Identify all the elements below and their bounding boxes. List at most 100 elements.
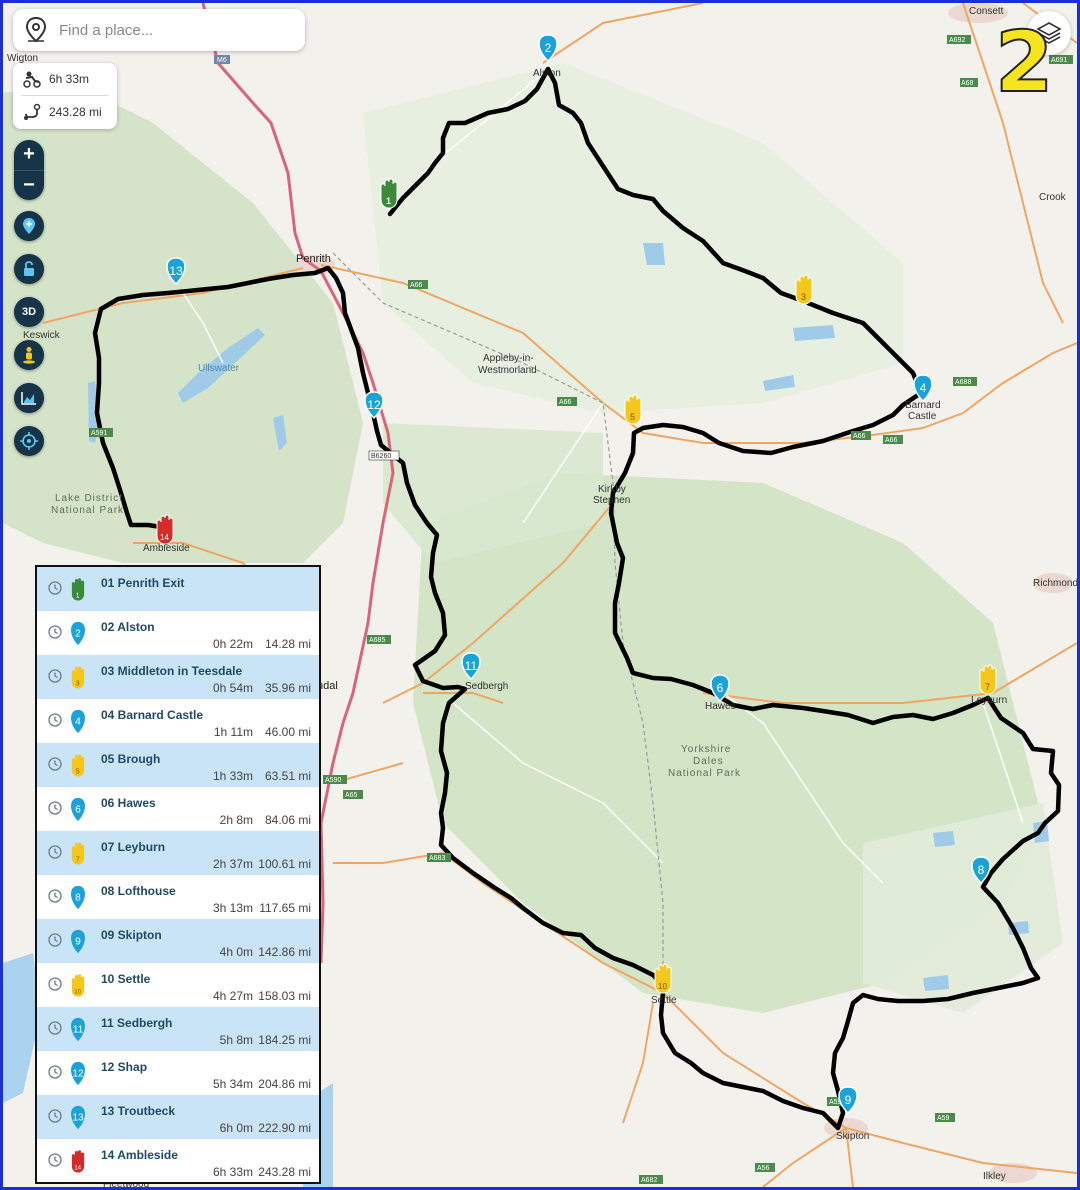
svg-text:2: 2 (545, 41, 552, 55)
svg-text:A691: A691 (1051, 57, 1067, 64)
svg-text:2: 2 (75, 629, 81, 640)
svg-text:10: 10 (74, 988, 81, 995)
svg-text:A692: A692 (949, 37, 965, 44)
svg-text:A66: A66 (410, 282, 423, 289)
waypoint-row-12[interactable]: 12 12 Shap 5h 34m 204.86 mi (37, 1051, 319, 1095)
map-frame: Wigton Consett Alston Crook Penrith Kesw… (0, 0, 1080, 1190)
3d-button[interactable]: 3D (14, 297, 44, 327)
lock-button[interactable] (14, 254, 44, 284)
svg-text:Richmond: Richmond (1033, 578, 1077, 589)
waypoint-name: 02 Alston (101, 620, 155, 634)
svg-text:Hawes: Hawes (705, 701, 736, 712)
blue-pin-icon: 6 (71, 797, 85, 822)
waypoint-row-5[interactable]: 5 05 Brough 1h 33m 63.51 mi (37, 743, 319, 787)
streetview-button[interactable] (14, 340, 44, 370)
yellow-hand-icon: 10 (71, 974, 85, 997)
svg-text:Lake District: Lake District (55, 493, 123, 504)
rider-icon (23, 71, 41, 88)
blue-pin-icon: 9 (71, 929, 85, 954)
waypoint-row-9[interactable]: 9 09 Skipton 4h 0m 142.86 mi (37, 919, 319, 963)
svg-text:A66: A66 (559, 399, 572, 406)
waypoint-name: 07 Leyburn (101, 840, 166, 854)
svg-text:A682: A682 (641, 1177, 657, 1184)
waypoint-distance: 100.61 mi (258, 857, 311, 871)
waypoint-name: 11 Sedbergh (101, 1016, 173, 1030)
svg-text:7: 7 (76, 856, 80, 863)
waypoint-time: 2h 8m (219, 813, 253, 827)
svg-text:Leyburn: Leyburn (971, 695, 1007, 706)
svg-text:12: 12 (367, 398, 381, 412)
route-summary-panel: 6h 33m 243.28 mi (13, 63, 117, 129)
svg-text:14: 14 (74, 1164, 81, 1171)
waypoint-time: 6h 0m (219, 1121, 253, 1135)
svg-text:6: 6 (717, 681, 724, 695)
yellow-hand-icon: 7 (71, 842, 85, 865)
waypoint-row-10[interactable]: 10 10 Settle 4h 27m 158.03 mi (37, 963, 319, 1007)
waypoint-distance: 14.28 mi (264, 637, 311, 651)
waypoint-row-2[interactable]: 2 02 Alston 0h 22m 14.28 mi (37, 611, 319, 655)
svg-text:Stephen: Stephen (593, 495, 630, 506)
waypoint-time: 5h 34m (212, 1077, 253, 1091)
clock-icon (48, 1109, 62, 1123)
zoom-out-button[interactable]: − (14, 170, 44, 201)
search-input[interactable]: Find a place... (59, 22, 153, 39)
waypoint-row-14[interactable]: 14 14 Ambleside 6h 33m 243.28 mi (37, 1139, 319, 1183)
pegman-icon (23, 347, 35, 364)
add-pin-icon (23, 218, 35, 234)
waypoint-name: 05 Brough (101, 752, 161, 766)
waypoint-row-1[interactable]: 1 01 Penrith Exit (37, 567, 319, 611)
zoom-in-button[interactable]: + (14, 140, 44, 170)
waypoint-row-8[interactable]: 8 08 Lofthouse 3h 13m 117.65 mi (37, 875, 319, 919)
waypoint-time: 0h 54m (212, 681, 253, 695)
svg-text:Westmorland: Westmorland (478, 365, 537, 376)
start-hand-icon: 1 (71, 578, 85, 601)
clock-icon (48, 625, 62, 639)
waypoint-distance: 117.65 mi (259, 901, 311, 915)
clock-icon (48, 757, 62, 771)
svg-text:12: 12 (72, 1069, 84, 1080)
waypoint-row-4[interactable]: 4 04 Barnard Castle 1h 11m 46.00 mi (37, 699, 319, 743)
svg-text:M6: M6 (217, 57, 227, 64)
clock-icon (48, 1021, 62, 1035)
blue-pin-icon: 2 (71, 621, 85, 646)
clock-icon (48, 889, 62, 903)
end-hand-icon: 14 (71, 1150, 85, 1173)
svg-text:Ilkley: Ilkley (983, 1171, 1006, 1182)
waypoint-row-13[interactable]: 13 13 Troutbeck 6h 0m 222.90 mi (37, 1095, 319, 1139)
svg-text:3: 3 (801, 292, 806, 302)
chart-icon (21, 392, 36, 405)
clock-icon (48, 581, 62, 595)
search-box[interactable]: Find a place... (13, 9, 305, 51)
locate-button[interactable] (14, 426, 44, 456)
svg-text:A591: A591 (91, 430, 107, 437)
add-waypoint-button[interactable] (14, 211, 44, 241)
svg-text:8: 8 (978, 863, 985, 877)
svg-text:A688: A688 (955, 379, 971, 386)
waypoint-distance: 243.28 mi (258, 1165, 311, 1179)
route-distance-icon (24, 103, 41, 120)
waypoint-distance: 184.25 mi (258, 1033, 311, 1047)
overlay-number-label: 2 (994, 13, 1054, 111)
svg-text:11: 11 (73, 1025, 84, 1036)
waypoint-name: 09 Skipton (101, 928, 162, 942)
svg-text:8: 8 (75, 893, 81, 904)
yellow-hand-icon: 5 (71, 754, 85, 777)
blue-pin-icon: 13 (71, 1105, 85, 1130)
waypoint-row-11[interactable]: 11 11 Sedbergh 5h 8m 184.25 mi (37, 1007, 319, 1051)
blue-pin-icon: 11 (71, 1017, 85, 1042)
svg-text:Settle: Settle (651, 995, 677, 1006)
elevation-button[interactable] (14, 383, 44, 413)
svg-text:13: 13 (72, 1113, 84, 1124)
svg-text:Dales: Dales (693, 756, 724, 767)
waypoint-time: 2h 37m (212, 857, 253, 871)
svg-text:1: 1 (76, 592, 80, 599)
svg-text:A68: A68 (961, 80, 974, 87)
waypoint-name: 06 Hawes (101, 796, 156, 810)
waypoint-time: 3h 13m (212, 901, 253, 915)
clock-icon (48, 801, 62, 815)
svg-text:A65: A65 (345, 792, 358, 799)
svg-text:A685: A685 (369, 637, 385, 644)
waypoint-row-7[interactable]: 7 07 Leyburn 2h 37m 100.61 mi (37, 831, 319, 875)
waypoint-row-6[interactable]: 6 06 Hawes 2h 8m 84.06 mi (37, 787, 319, 831)
waypoint-row-3[interactable]: 3 03 Middleton in Teesdale 0h 54m 35.96 … (37, 655, 319, 699)
